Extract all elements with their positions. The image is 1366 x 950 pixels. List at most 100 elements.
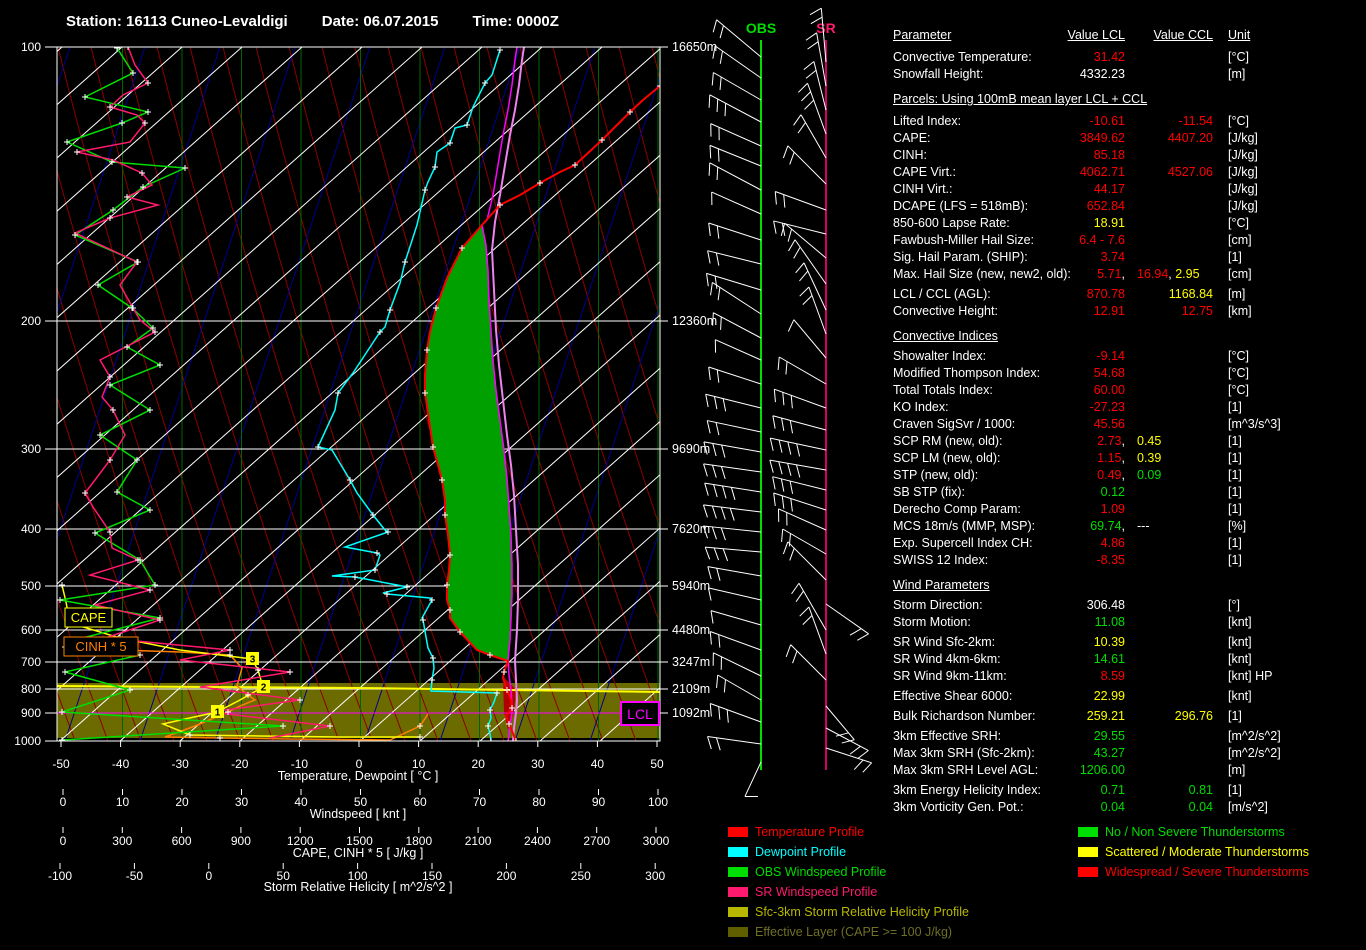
wind-barb [772, 476, 827, 491]
param-value-lcl: 3849.62 [1079, 131, 1125, 145]
wind-barb-feather [714, 275, 718, 289]
wind-barb-feather [773, 492, 776, 506]
wind-barb-feather [802, 295, 813, 306]
param-value-lcl: 45.56 [1093, 417, 1125, 431]
param-value-lcl: 8.59 [1100, 669, 1125, 683]
param-unit: [1] [1228, 536, 1242, 550]
axis-tick-label: 3000 [643, 834, 670, 848]
wind-barb-feather [703, 463, 708, 477]
height-label: 2109m [672, 682, 710, 696]
axis-tick-label: 90 [592, 795, 606, 809]
param-value-ccl: 12.75 [1181, 304, 1213, 318]
legend-swatch [728, 827, 748, 837]
wind-barb [798, 582, 827, 631]
param-value-ccl: 296.76 [1174, 709, 1213, 723]
legend-item: Effective Layer (CAPE >= 100 J/kg) [728, 922, 969, 942]
axis-tick-label: 60 [413, 795, 427, 809]
wind-barb [717, 674, 762, 701]
col-value-ccl: Value CCL [1153, 28, 1213, 42]
table-row: Effective Shear 6000: 22.99 [knt] [893, 688, 1363, 705]
lcl-label: LCL [627, 706, 653, 722]
table-row: Storm Motion: 11.08 [knt] [893, 614, 1363, 631]
wind-barb-feather [785, 644, 792, 658]
wind-barb [787, 541, 827, 581]
param-unit: [°C] [1228, 114, 1249, 128]
wind-barb [710, 703, 762, 723]
isotherm-line [57, 47, 363, 319]
cinh-label: CINH * 5 [75, 639, 126, 654]
param-unit: [°C] [1228, 349, 1249, 363]
wind-barb [711, 191, 762, 215]
table-row: Craven SigSvr / 1000: 45.56 [m^3/s^3] [893, 416, 1363, 433]
wind-barb-feather [722, 548, 729, 562]
wind-barb-feather [708, 162, 711, 176]
wind-barb-feather [716, 225, 720, 239]
table-row: 850-600 Lapse Rate: 18.91 [°C] [893, 215, 1363, 232]
param-unit: [°] [1228, 598, 1240, 612]
wind-barb-feather [803, 61, 815, 71]
axis-tick-label: -40 [112, 757, 130, 771]
wind-barb-feather [720, 316, 722, 330]
wind-barb-feather [712, 443, 717, 457]
wind-barb-feather [708, 222, 711, 236]
wind-barb-feather [712, 312, 714, 326]
wind-barb-feather [795, 590, 804, 602]
wind-barb-feather [723, 679, 726, 693]
legend-item: Scattered / Moderate Thunderstorms [1078, 842, 1309, 862]
cape-area [425, 225, 512, 661]
legend-item: Dewpoint Profile [728, 842, 969, 862]
wind-barb-feather [707, 736, 712, 750]
wind-barb-feather [799, 270, 809, 282]
wind-barb-feather [788, 239, 796, 252]
axis-tick-label: 0 [205, 869, 212, 883]
wind-barb-feather [797, 82, 808, 93]
wind-barb [709, 144, 762, 167]
param-unit: [knt] HP [1228, 669, 1273, 683]
table-section-header: Parcels: Using 100mB mean layer LCL + CC… [893, 92, 1148, 106]
wind-barb-feather [709, 703, 712, 717]
wind-barb-feather [715, 737, 721, 751]
param-unit: [1] [1228, 434, 1242, 448]
legend-item: SR Windspeed Profile [728, 882, 969, 902]
param-value-lcl: 3.74 [1100, 250, 1125, 264]
wind-barb-feather [705, 273, 709, 287]
wind-barb-feather [781, 418, 785, 431]
wind-barb-feather [707, 250, 711, 264]
wind-barb-feather [708, 366, 711, 380]
legend-swatch [728, 887, 748, 897]
wind-barb [825, 603, 869, 635]
legend-swatch [728, 867, 748, 877]
axis-title: Storm Relative Helicity [ m^2/s^2 ] [264, 880, 453, 894]
wind-barb-feather [722, 398, 727, 412]
wind-barb [703, 504, 762, 513]
wind-barb-feather [719, 76, 722, 90]
wind-barb [782, 528, 827, 555]
wind-barb [707, 566, 762, 577]
legend-swatch [728, 847, 748, 857]
wind-barb-feather [797, 122, 806, 134]
param-value-lcl: 0.12 [1100, 485, 1125, 499]
wind-barb-feather [702, 504, 708, 518]
wind-barb-feather [809, 7, 822, 16]
wind-barb-feather [729, 508, 735, 521]
param-unit: [1] [1228, 502, 1242, 516]
table-row: CINH: 85.18 [J/kg] [893, 147, 1363, 164]
wind-barb-feather [711, 505, 717, 519]
wind-barb-feather [713, 547, 720, 561]
param-value-lcl: 259.21 [1086, 709, 1125, 723]
axis-tick-label: 40 [294, 795, 308, 809]
pressure-axis-label: 400 [21, 522, 41, 536]
wind-barb-feather [782, 145, 789, 159]
wind-barb-feather [795, 262, 805, 274]
dry-adiabat-line [618, 47, 660, 206]
height-label: 5940m [672, 579, 710, 593]
param-value-lcl: 11.08 [1094, 615, 1125, 629]
wind-barb-feather [719, 50, 723, 64]
axis-tick-label: 40 [591, 757, 605, 771]
height-label: 12360m [672, 314, 717, 328]
param-value-ccl: --- [1137, 519, 1150, 533]
pressure-axis-label: 300 [21, 442, 41, 456]
param-value-lcl: 18.91 [1093, 216, 1125, 230]
pressure-axis-label: 600 [21, 623, 41, 637]
wind-barb-feather [777, 356, 780, 370]
